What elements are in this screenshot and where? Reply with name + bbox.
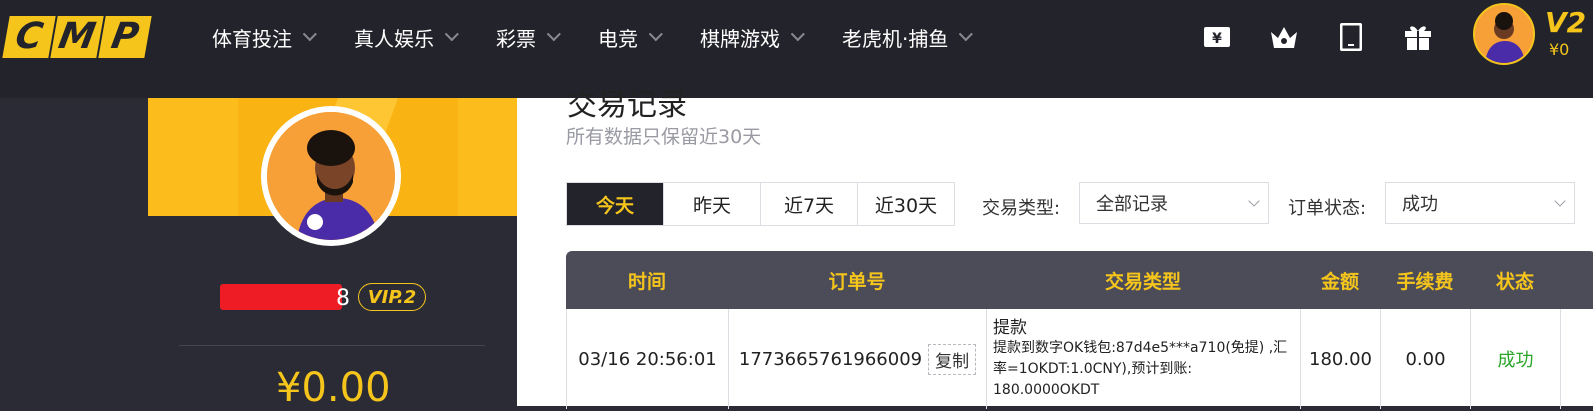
- column-header-fee: 手续费: [1396, 270, 1454, 293]
- header-vip-level: V2: [1545, 6, 1587, 39]
- profile-card: 8 VIP.2 ¥0.00: [148, 98, 517, 411]
- svg-text:¥: ¥: [1212, 31, 1222, 47]
- user-avatar[interactable]: [1473, 3, 1535, 65]
- status-filter-select[interactable]: 成功: [1385, 182, 1575, 224]
- tab-last-30-days[interactable]: 近30天: [858, 183, 954, 225]
- type-filter-value: 全部记录: [1096, 194, 1168, 215]
- logo-tile: M: [50, 16, 104, 58]
- nav-item-label: 棋牌游戏: [700, 26, 780, 51]
- column-header-order-no: 订单号: [828, 270, 886, 293]
- cell-order-no: 1773665761966009 复制: [729, 309, 987, 409]
- chevron-down-icon: [648, 27, 663, 42]
- profile-avatar[interactable]: [261, 106, 401, 246]
- status-filter-label: 订单状态:: [1288, 198, 1367, 219]
- header-balance: ¥0: [1549, 40, 1570, 59]
- transaction-type-title: 提款: [993, 318, 1027, 338]
- logo-letter: M: [55, 16, 99, 57]
- top-navigation-bar: C M P 体育投注 真人娱乐 彩票 电竞 棋牌游戏 老虎机·捕鱼 ¥ V2 ¥…: [0, 0, 1593, 98]
- logo-tile: C: [2, 16, 56, 58]
- column-header-time: 时间: [627, 270, 666, 293]
- cell-status: 成功: [1471, 309, 1561, 409]
- retention-note: 所有数据只保留近30天: [566, 126, 762, 148]
- status-filter-value: 成功: [1402, 194, 1438, 215]
- type-filter-label: 交易类型:: [982, 198, 1061, 219]
- crown-icon[interactable]: [1267, 20, 1301, 54]
- username-suffix: 8: [336, 286, 350, 311]
- column-header-amount: 金额: [1320, 270, 1359, 293]
- chevron-down-icon: [302, 27, 317, 42]
- header-icon-group: ¥: [1200, 20, 1468, 54]
- site-logo[interactable]: C M P: [2, 16, 152, 58]
- redacted-username: [220, 284, 342, 310]
- tab-today[interactable]: 今天: [567, 183, 664, 225]
- column-header-status: 状态: [1495, 270, 1534, 293]
- copy-order-button[interactable]: 复制: [928, 343, 977, 375]
- table-header: 时间 订单号 交易类型 金额 手续费 状态: [566, 251, 1593, 309]
- chevron-down-icon: [959, 27, 974, 42]
- logo-letter: C: [12, 16, 46, 57]
- nav-item-card-games[interactable]: 棋牌游戏: [700, 22, 805, 52]
- tab-last-7-days[interactable]: 近7天: [761, 183, 858, 225]
- avatar-image: [267, 112, 395, 240]
- chevron-down-icon: [546, 27, 561, 42]
- account-balance: ¥0.00: [276, 365, 391, 411]
- nav-item-live-casino[interactable]: 真人娱乐: [354, 22, 459, 52]
- table-row: 03/16 20:56:01 1773665761966009 复制 提款 提款…: [566, 309, 1593, 409]
- order-number: 1773665761966009: [738, 348, 923, 370]
- nav-item-sports[interactable]: 体育投注: [212, 22, 317, 52]
- transaction-type-description: 提款到数字OK钱包:87d4e5***a710(免提) ,汇率=1OKDT:1.…: [993, 340, 1288, 398]
- chevron-down-icon: [1554, 195, 1566, 207]
- nav-item-label: 电竞: [598, 26, 638, 51]
- cell-type: 提款 提款到数字OK钱包:87d4e5***a710(免提) ,汇率=1OKDT…: [987, 309, 1301, 409]
- cell-amount: 180.00: [1301, 309, 1381, 409]
- type-filter-select[interactable]: 全部记录: [1079, 182, 1269, 224]
- vip-badge: VIP.2: [358, 283, 426, 311]
- chevron-down-icon: [1248, 195, 1260, 207]
- main-nav: 体育投注 真人娱乐 彩票 电竞 棋牌游戏 老虎机·捕鱼: [212, 22, 1010, 52]
- transactions-table: 时间 订单号 交易类型 金额 手续费 状态 03/16 20:56:01 177…: [566, 251, 1593, 409]
- logo-tile: P: [98, 16, 152, 58]
- gift-icon[interactable]: [1401, 20, 1435, 54]
- page-title-cropped: 交易记录: [567, 88, 687, 123]
- nav-item-label: 真人娱乐: [354, 26, 434, 51]
- nav-item-label: 老虎机·捕鱼: [842, 26, 949, 51]
- nav-item-lottery[interactable]: 彩票: [496, 22, 561, 52]
- logo-letter: P: [108, 16, 142, 57]
- chevron-down-icon: [790, 27, 805, 42]
- date-range-tabs: 今天 昨天 近7天 近30天: [566, 182, 955, 226]
- transaction-records-panel: 交易记录 所有数据只保留近30天 今天 昨天 近7天 近30天 交易类型: 全部…: [517, 88, 1593, 409]
- wallet-yen-icon[interactable]: ¥: [1200, 20, 1234, 54]
- nav-item-esports[interactable]: 电竞: [598, 22, 663, 52]
- cell-fee: 0.00: [1381, 309, 1471, 409]
- nav-item-slots-fishing[interactable]: 老虎机·捕鱼: [842, 22, 974, 52]
- mobile-icon[interactable]: [1334, 20, 1368, 54]
- nav-item-label: 彩票: [496, 26, 536, 51]
- tab-yesterday[interactable]: 昨天: [664, 183, 761, 225]
- divider: [179, 345, 485, 346]
- column-header-type: 交易类型: [1104, 270, 1181, 293]
- nav-item-label: 体育投注: [212, 26, 292, 51]
- chevron-down-icon: [444, 27, 459, 42]
- cell-time: 03/16 20:56:01: [567, 309, 729, 409]
